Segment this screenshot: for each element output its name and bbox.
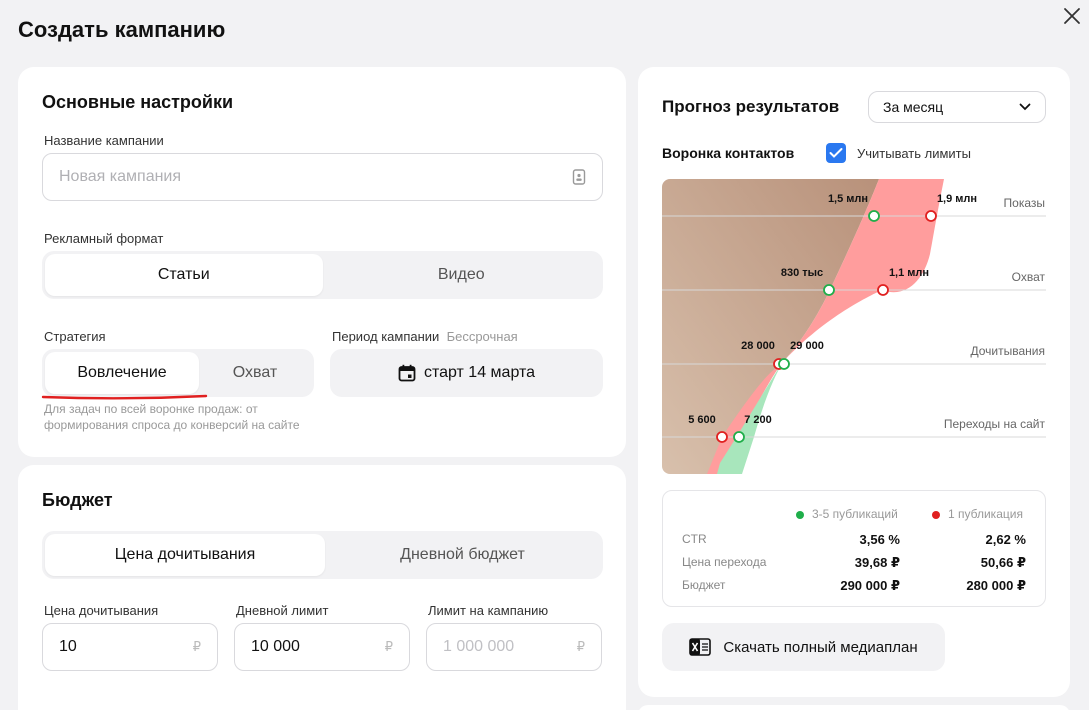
forecast-heading: Прогноз результатов <box>662 97 840 116</box>
ad-format-label: Рекламный формат <box>44 231 164 246</box>
stat-value-green: 39,68 ₽ <box>854 555 900 570</box>
funnel-value-clicks-green: 7 200 <box>744 414 772 426</box>
funnel-level-reach: Охват <box>1012 270 1046 284</box>
strategy-toggle: Вовлечение Охват <box>42 349 314 397</box>
funnel-value-impressions-green: 1,5 млн <box>828 193 868 205</box>
daily-limit-label: Дневной лимит <box>236 603 329 618</box>
next-card-edge <box>638 705 1070 710</box>
campaign-name-input[interactable] <box>59 168 572 186</box>
funnel-point-clicks-green <box>733 431 745 443</box>
campaign-name-label: Название кампании <box>44 133 164 148</box>
funnel-point-impressions-red <box>925 210 937 222</box>
funnel-level-impressions: Показы <box>1004 196 1045 210</box>
stat-row-ctr: CTR 3,56 % 2,62 % <box>682 532 1026 548</box>
funnel-point-clicks-red <box>716 431 728 443</box>
close-icon[interactable] <box>1062 6 1082 26</box>
forecast-period-select[interactable]: За месяц <box>868 91 1046 123</box>
period-sublabel: Бессрочная <box>446 329 518 344</box>
contact-card-icon <box>572 169 586 185</box>
funnel-value-clicks-red: 5 600 <box>688 414 716 426</box>
budget-option-daily[interactable]: Дневной бюджет <box>325 534 600 576</box>
funnel-value-reach-red: 1,1 млн <box>889 267 929 279</box>
strategy-hint: Для задач по всей воронке продаж: от фор… <box>44 402 300 432</box>
campaign-limit-field[interactable]: ₽ <box>426 623 602 671</box>
legend-green: 3-5 публикаций <box>796 507 898 521</box>
currency-label: ₽ <box>576 639 585 654</box>
funnel-level-clicks: Переходы на сайт <box>944 417 1046 431</box>
funnel-value-reach-green: 830 тыс <box>781 267 823 279</box>
period-start-button[interactable]: старт 14 марта <box>330 349 603 397</box>
funnel-point-reach-red <box>877 284 889 296</box>
read-price-field[interactable]: ₽ <box>42 623 218 671</box>
stat-value-green: 3,56 % <box>859 532 900 547</box>
stat-label: Бюджет <box>682 578 726 592</box>
format-option-articles[interactable]: Статьи <box>45 254 323 296</box>
stat-value-red: 280 000 ₽ <box>966 578 1026 593</box>
legend-red: 1 публикация <box>932 507 1023 521</box>
legend-dot-red <box>932 510 940 519</box>
stat-label: Цена перехода <box>682 555 767 569</box>
budget-heading: Бюджет <box>42 490 113 510</box>
currency-label: ₽ <box>384 639 393 654</box>
funnel-heading: Воронка контактов <box>662 145 795 161</box>
legend-dot-green <box>796 510 804 519</box>
funnel-value-reads-green: 29 000 <box>790 340 824 352</box>
chevron-down-icon <box>1019 103 1031 111</box>
stat-value-red: 50,66 ₽ <box>980 555 1026 570</box>
limits-checkbox[interactable] <box>826 143 846 163</box>
stat-label: CTR <box>682 532 707 546</box>
stat-row-budget: Бюджет 290 000 ₽ 280 000 ₽ <box>682 578 1026 594</box>
calendar-icon <box>398 364 416 382</box>
currency-label: ₽ <box>192 639 201 654</box>
funnel-point-reads-green <box>778 358 790 370</box>
ad-format-toggle: Статьи Видео <box>42 251 603 299</box>
checkmark-icon <box>829 148 843 158</box>
period-label: Период кампании Бессрочная <box>332 329 518 344</box>
daily-limit-field[interactable]: ₽ <box>234 623 410 671</box>
budget-type-toggle: Цена дочитывания Дневной бюджет <box>42 531 603 579</box>
funnel-value-reads-red: 28 000 <box>741 340 775 352</box>
daily-limit-input[interactable] <box>251 638 385 656</box>
campaign-name-field[interactable] <box>42 153 603 201</box>
funnel-value-impressions-red: 1,9 млн <box>937 193 977 205</box>
campaign-limit-label: Лимит на кампанию <box>428 603 549 618</box>
funnel-point-reach-green <box>823 284 835 296</box>
campaign-limit-input[interactable] <box>443 638 577 656</box>
strategy-option-reach[interactable]: Охват <box>199 352 311 394</box>
contact-funnel-chart: 1,5 млн 1,9 млн 830 тыс 1,1 млн 28 000 2… <box>662 179 1046 474</box>
read-price-label: Цена дочитывания <box>44 603 159 618</box>
funnel-base-area <box>662 179 879 474</box>
excel-icon <box>689 638 712 656</box>
strategy-option-engagement[interactable]: Вовлечение <box>45 352 199 394</box>
funnel-level-reads: Дочитывания <box>971 344 1046 358</box>
funnel-point-impressions-green <box>868 210 880 222</box>
strategy-label: Стратегия <box>44 329 106 344</box>
format-option-video[interactable]: Видео <box>323 254 601 296</box>
page-title: Создать кампанию <box>18 17 226 42</box>
stat-row-click-price: Цена перехода 39,68 ₽ 50,66 ₽ <box>682 555 1026 571</box>
basic-settings-heading: Основные настройки <box>42 92 234 112</box>
budget-option-read-price[interactable]: Цена дочитывания <box>45 534 325 576</box>
limits-checkbox-label: Учитывать лимиты <box>857 146 971 161</box>
stat-value-red: 2,62 % <box>985 532 1026 547</box>
stat-value-green: 290 000 ₽ <box>840 578 900 593</box>
download-mediaplan-button[interactable]: Скачать полный медиаплан <box>662 623 945 671</box>
read-price-input[interactable] <box>59 638 193 656</box>
